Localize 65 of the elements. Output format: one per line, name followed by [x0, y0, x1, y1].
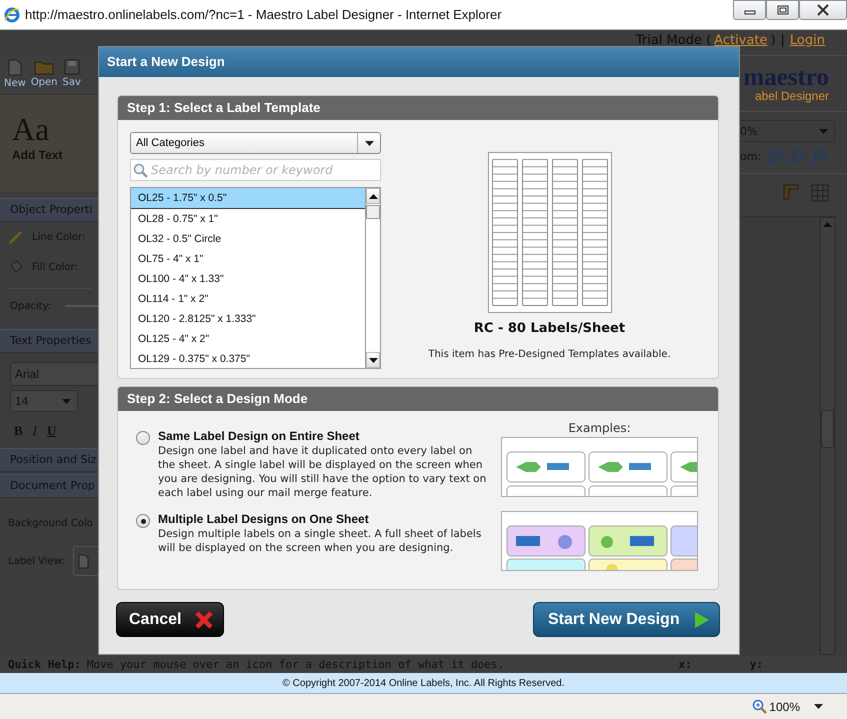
browser-icon: [4, 6, 20, 22]
cancel-button[interactable]: Cancel: [116, 602, 224, 637]
document-icon: [8, 59, 22, 76]
list-item[interactable]: OL125 - 4" x 2": [131, 329, 365, 349]
panel-header: Step 1: Select a Label Template: [118, 96, 718, 120]
play-icon: [695, 612, 709, 628]
close-icon: [195, 610, 213, 628]
toolbar-button[interactable]: Sav: [62, 59, 81, 94]
minimize-button[interactable]: [733, 0, 766, 20]
option-title[interactable]: Same Label Design on Entire Sheet: [158, 429, 492, 443]
list-item[interactable]: OL25 - 1.75" x 0.5": [131, 188, 365, 209]
separator-text: |: [780, 32, 785, 48]
scroll-thumb[interactable]: [366, 205, 380, 219]
close-icon: [816, 4, 830, 16]
template-title: RC - 80 Labels/Sheet: [474, 321, 626, 336]
window-title: http://maestro.onlinelabels.com/?nc=1 - Maestro Label Designer - Internet Explorer: [25, 7, 502, 22]
list-item[interactable]: OL75 - 4" x 1": [131, 249, 365, 269]
option-description: Design one label and have it duplicated onto every label on the sheet. A single label will be displayed on the screen when you are designing. You will still have the option to vary text on each label using our mail merge feature.: [158, 444, 488, 500]
list-item[interactable]: OL100 - 4" x 1.33": [131, 269, 365, 289]
login-link[interactable]: Login: [790, 32, 825, 48]
start-new-design-button[interactable]: Start New Design: [533, 602, 720, 637]
list-item[interactable]: OL28 - 0.75" x 1": [131, 209, 365, 229]
option-title[interactable]: Multiple Label Designs on One Sheet: [158, 512, 492, 526]
zoom-level-button[interactable]: 100%: [752, 699, 800, 714]
pencil-icon: [8, 229, 24, 245]
scroll-up-icon: [368, 194, 378, 198]
toolbar-button[interactable]: Open: [30, 59, 58, 94]
maximize-button[interactable]: [766, 0, 799, 20]
option-description: Design multiple labels on a single sheet. A full sheet of labels will be displayed on the screen when you are designing.: [158, 527, 482, 555]
scroll-thumb[interactable]: [821, 410, 834, 448]
caret-icon: [62, 398, 71, 404]
copyright-text: © Copyright 2007-2014 Online Labels, Inc. All Rights Reserved.: [282, 678, 564, 688]
paren-text: ): [770, 32, 776, 48]
canvas-area[interactable]: [740, 216, 837, 655]
zoom-icon: [752, 699, 768, 714]
scroll-down-button[interactable]: [366, 352, 380, 368]
panel-header: Step 2: Select a Design Mode: [118, 387, 718, 411]
caret-icon: [364, 140, 374, 146]
search-icon: [133, 162, 148, 178]
restore-icon: [776, 5, 790, 15]
examples-label: Examples:: [568, 421, 631, 435]
list-item[interactable]: OL120 - 2.8125" x 1.333": [131, 309, 365, 329]
activate-link[interactable]: Activate: [714, 32, 768, 48]
search-field[interactable]: Search by number or keyword: [130, 159, 381, 181]
close-button[interactable]: [799, 0, 847, 20]
ruler-icon[interactable]: [783, 184, 799, 200]
page-icon: [78, 554, 89, 568]
list-item[interactable]: OL32 - 0.5" Circle: [131, 229, 365, 249]
radio-button[interactable]: [136, 514, 150, 528]
toolbar-button[interactable]: New: [4, 59, 26, 94]
list-item[interactable]: OL114 - 1" x 2": [131, 289, 365, 309]
floppy-icon: [64, 59, 80, 75]
scroll-down-icon: [368, 358, 378, 362]
dropdown-caret-icon[interactable]: [814, 704, 823, 709]
category-select[interactable]: All Categories: [130, 132, 381, 154]
scroll-up-button[interactable]: [366, 188, 380, 204]
scroll-up-icon: [823, 222, 832, 227]
grid-icon[interactable]: [811, 184, 829, 202]
dialog-title: Start a New Design: [99, 47, 739, 77]
scrollbar[interactable]: [820, 217, 835, 655]
list-item[interactable]: OL129 - 0.375" x 0.375": [131, 349, 365, 369]
radio-button[interactable]: [136, 431, 150, 445]
caret-icon: [819, 128, 828, 134]
folder-icon: [34, 59, 54, 75]
template-note: This item has Pre-Designed Templates available.: [428, 349, 671, 360]
